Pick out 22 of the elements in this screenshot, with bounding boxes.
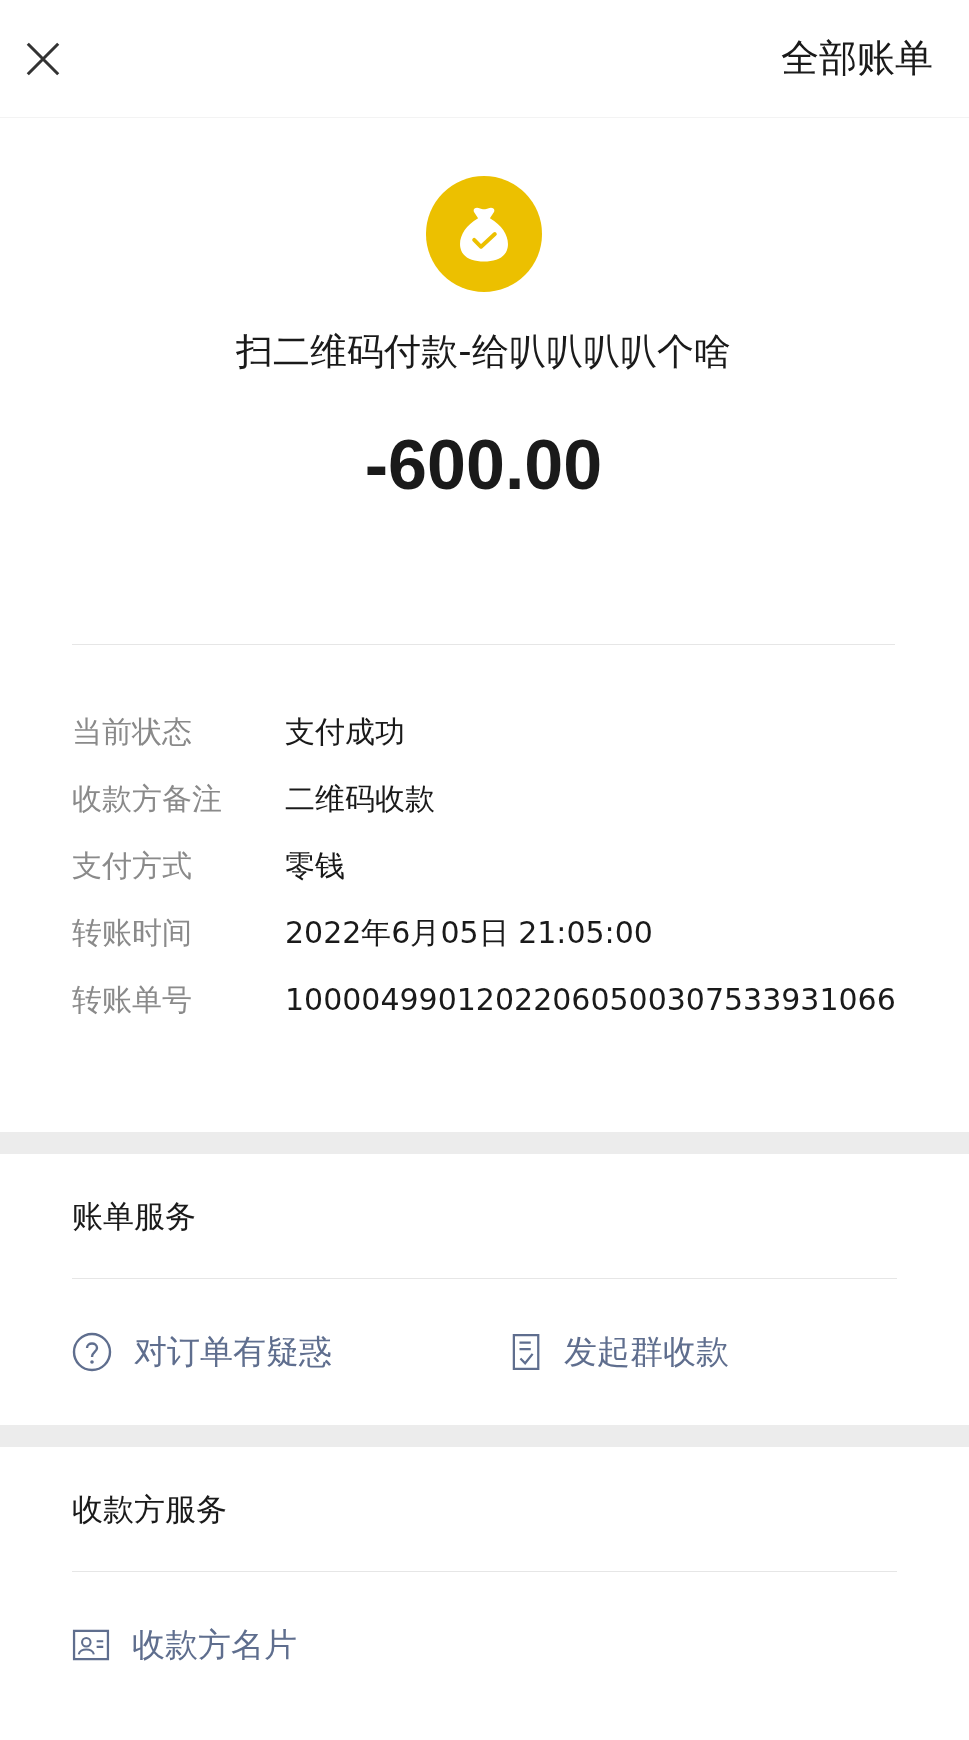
- detail-label: 转账时间: [72, 914, 193, 952]
- section-title: 收款方服务: [72, 1490, 228, 1529]
- document-check-icon: [512, 1332, 542, 1372]
- service-link[interactable]: 对订单有疑惑: [134, 1329, 332, 1375]
- contact-card-icon: [72, 1629, 110, 1661]
- money-bag-icon: [424, 175, 543, 293]
- detail-label: 转账单号: [72, 981, 193, 1019]
- detail-value: 支付成功: [285, 713, 406, 751]
- detail-label: 支付方式: [72, 847, 193, 885]
- service-link[interactable]: 收款方名片: [132, 1622, 297, 1668]
- detail-label: 当前状态: [72, 713, 193, 751]
- detail-value: 2022年6月05日 21:05:00: [285, 914, 654, 952]
- transaction-amount: -600.00: [364, 425, 603, 505]
- all-bills-link[interactable]: 全部账单: [781, 33, 933, 84]
- detail-value: 零钱: [285, 847, 346, 885]
- detail-value: 二维码收款: [285, 780, 436, 818]
- section-title: 账单服务: [72, 1197, 197, 1236]
- service-link[interactable]: 发起群收款: [564, 1329, 729, 1375]
- detail-label: 收款方备注: [72, 780, 223, 818]
- detail-value: 10000499012022060500307533931066: [285, 981, 897, 1019]
- transaction-title: 扫二维码付款-给叭叭叭叭个啥: [236, 329, 731, 375]
- question-icon: [72, 1332, 112, 1372]
